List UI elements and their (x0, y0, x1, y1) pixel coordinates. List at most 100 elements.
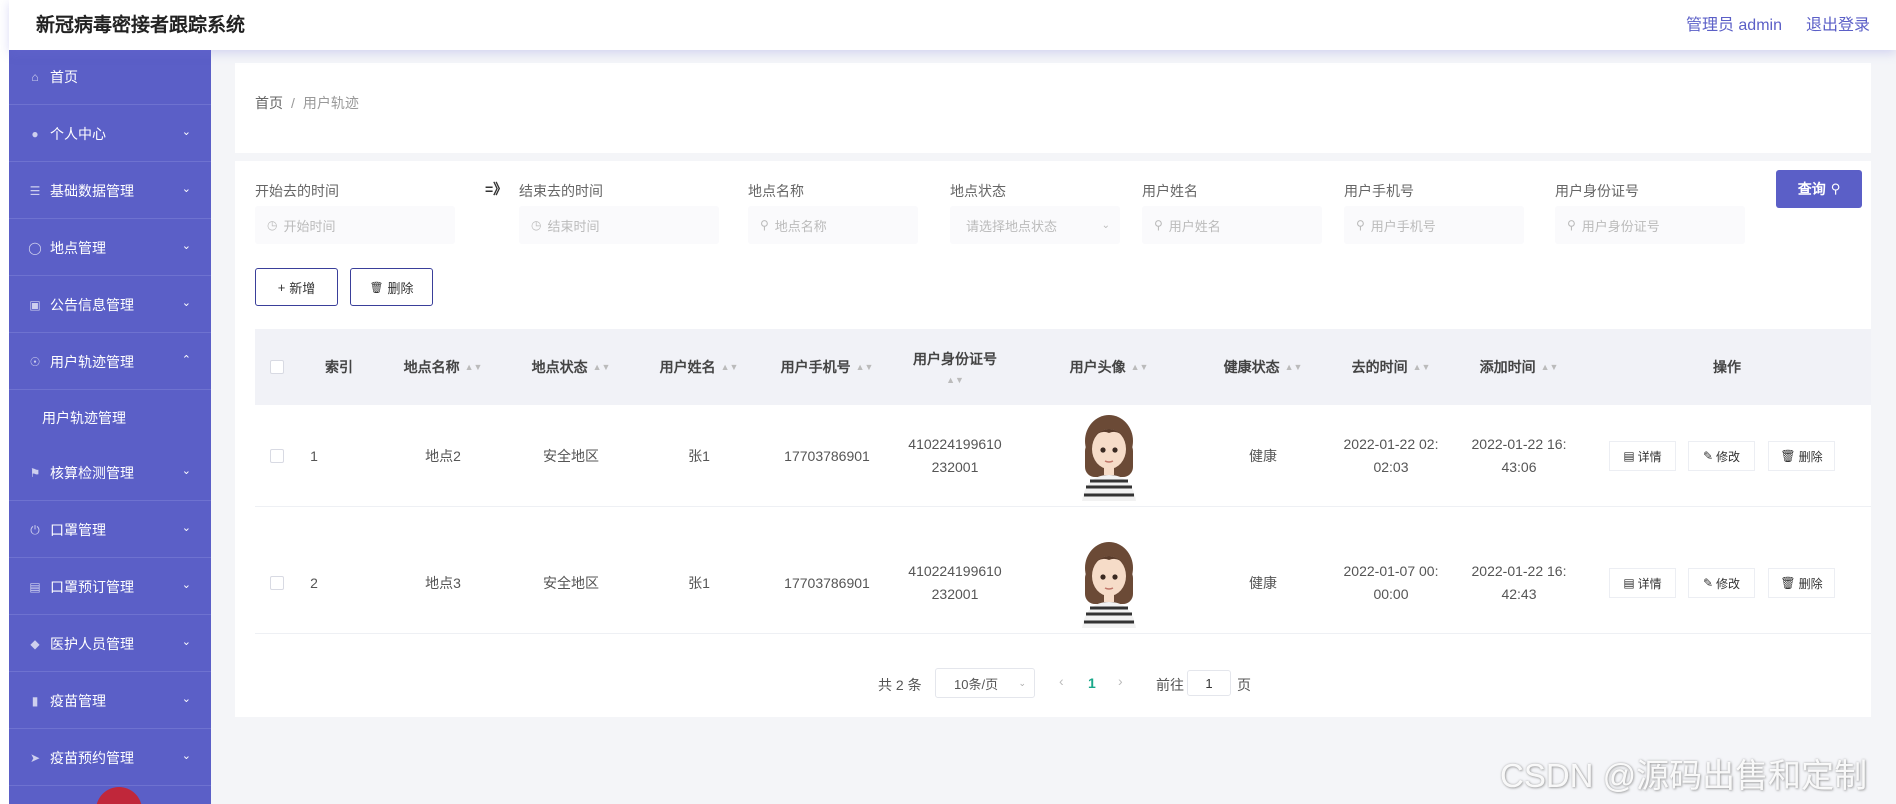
add-button[interactable]: + 新增 (255, 268, 338, 306)
place-name-placeholder: 地点名称 (774, 218, 827, 234)
cell-place: 地点2 (425, 447, 461, 464)
user-id-placeholder: 用户身份证号 (1581, 218, 1660, 234)
cell-id-number: 410224199610 232001 (891, 405, 1019, 507)
column-header[interactable]: 用户手机号 ▲▼ (763, 329, 891, 405)
chevron-up-icon: ⌃ (181, 354, 191, 366)
sidebar-item-label: 核算检测管理 (50, 465, 134, 481)
edit-button[interactable]: ✎ 修改 (1688, 441, 1755, 471)
prev-page-icon[interactable]: ‹ (1059, 673, 1064, 689)
page-size-select[interactable]: 10条/页 ⌄ (935, 668, 1035, 698)
sidebar-item-place[interactable]: ◯ 地点管理 ⌄ (9, 221, 211, 276)
sort-icon[interactable]: ▲▼ (1541, 362, 1559, 372)
sidebar-item-user-track[interactable]: ☉ 用户轨迹管理 ⌃ (9, 335, 211, 390)
select-all-checkbox[interactable] (270, 360, 284, 374)
next-page-icon[interactable]: › (1118, 673, 1123, 689)
cell-id-number: 410224199610 232001 (891, 532, 1019, 634)
cell-name: 张1 (688, 447, 710, 464)
delete-button-label: 删除 (387, 280, 414, 296)
sidebar-item-home[interactable]: ⌂ 首页 (9, 50, 211, 105)
sidebar-item-medical-staff[interactable]: ◆ 医护人员管理 ⌄ (9, 617, 211, 672)
row-delete-button[interactable]: 🗑 删除 (1768, 568, 1835, 598)
search-icon: ⚲ (1830, 181, 1841, 196)
cell-time-line: 02:03 (1373, 459, 1409, 475)
cell-id-line: 410224199610 (908, 436, 1002, 452)
user-name-input[interactable]: ⚲ 用户姓名 (1142, 206, 1322, 244)
column-header-label: 操作 (1713, 359, 1741, 375)
cell-time-line: 2022-01-07 00: (1343, 563, 1439, 579)
sort-icon[interactable]: ▲▼ (1413, 362, 1431, 372)
cell-time-line: 43:06 (1501, 459, 1537, 475)
sidebar-item-mask-order[interactable]: ▤ 口罩预订管理 ⌄ (9, 560, 211, 615)
sidebar-item-testing[interactable]: ⚑ 核算检测管理 ⌄ (9, 446, 211, 501)
sidebar-item-notice[interactable]: ▣ 公告信息管理 ⌄ (9, 278, 211, 333)
place-name-input[interactable]: ⚲ 地点名称 (748, 206, 918, 244)
page-number-current[interactable]: 1 (1088, 675, 1096, 691)
place-name-label: 地点名称 (748, 183, 804, 199)
breadcrumb-home[interactable]: 首页 (255, 95, 283, 111)
admin-user-label[interactable]: 管理员 admin (1686, 11, 1782, 35)
start-time-input[interactable]: ◷ 开始时间 (255, 206, 455, 244)
column-header-label: 用户手机号 (780, 359, 851, 375)
place-status-select[interactable]: 请选择地点状态 ⌄ (950, 206, 1120, 244)
row-checkbox[interactable] (270, 449, 284, 463)
user-id-label: 用户身份证号 (1555, 183, 1639, 199)
sidebar-item-mask[interactable]: ⏻ 口罩管理 ⌄ (9, 503, 211, 558)
row-select[interactable] (255, 405, 299, 507)
sort-icon[interactable]: ▲▼ (1131, 362, 1149, 372)
query-button[interactable]: 查询 ⚲ (1776, 170, 1862, 208)
sidebar-item-vaccine[interactable]: ▮ 疫苗管理 ⌄ (9, 674, 211, 729)
column-header[interactable]: 健康状态 ▲▼ (1199, 329, 1327, 405)
column-header[interactable]: 地点状态 ▲▼ (507, 329, 635, 405)
user-phone-placeholder: 用户手机号 (1370, 218, 1436, 234)
column-header[interactable]: 用户头像 ▲▼ (1019, 329, 1199, 405)
sidebar: ⌂ 首页 ● 个人中心 ⌄ ☰ 基础数据管理 ⌄ ◯ 地点管理 ⌄ ▣ 公告信息… (9, 50, 211, 804)
column-header[interactable]: 用户姓名 ▲▼ (635, 329, 763, 405)
sidebar-item-label: 地点管理 (50, 240, 106, 256)
goto-page-input[interactable]: 1 (1187, 670, 1231, 696)
cell-go-time: 2022-01-22 02: 02:03 (1327, 405, 1455, 507)
user-id-input[interactable]: ⚲ 用户身份证号 (1555, 206, 1745, 244)
edit-button[interactable]: ✎ 修改 (1688, 568, 1755, 598)
column-header-label: 用户姓名 (659, 359, 716, 375)
sidebar-item-base-data[interactable]: ☰ 基础数据管理 ⌄ (9, 164, 211, 219)
sidebar-subitem-user-track[interactable]: 用户轨迹管理 (9, 392, 211, 444)
sort-icon[interactable]: ▲▼ (465, 362, 483, 372)
cell-go-time: 2022-01-07 00: 00:00 (1327, 532, 1455, 634)
detail-button[interactable]: ▤ 详情 (1609, 441, 1676, 471)
sort-icon[interactable]: ▲▼ (593, 362, 611, 372)
row-delete-button[interactable]: 🗑 删除 (1768, 441, 1835, 471)
sort-icon[interactable]: ▲▼ (856, 362, 874, 372)
detail-button[interactable]: ▤ 详情 (1609, 568, 1676, 598)
clock-icon: ◷ (531, 218, 542, 232)
end-time-input[interactable]: ◷ 结束时间 (519, 206, 719, 244)
column-header[interactable]: 用户身份证号 ▲▼ (891, 329, 1019, 405)
column-header[interactable]: 地点名称 ▲▼ (379, 329, 507, 405)
sidebar-item-vaccine-booking[interactable]: ➤ 疫苗预约管理 ⌄ (9, 731, 211, 786)
cell-id-line: 410224199610 (908, 563, 1002, 579)
sort-icon[interactable]: ▲▼ (721, 362, 739, 372)
breadcrumb-separator: / (291, 95, 295, 111)
delete-button[interactable]: 🗑 删除 (350, 268, 433, 306)
logout-link[interactable]: 退出登录 (1806, 11, 1870, 35)
table-row: 2 地点3 安全地区 张1 17703786901 410224199610 23… (255, 532, 1871, 634)
cell-time-line: 2022-01-22 02: (1343, 436, 1439, 452)
clock-icon: ◷ (267, 218, 278, 232)
floating-avatar-badge[interactable] (96, 787, 142, 804)
header-select-all[interactable] (255, 329, 299, 405)
row-checkbox[interactable] (270, 576, 284, 590)
row-select[interactable] (255, 532, 299, 634)
chevron-down-icon: ⌄ (181, 579, 191, 591)
send-icon: ➤ (29, 751, 41, 765)
sort-icon[interactable]: ▲▼ (946, 375, 964, 385)
pencil-icon: ✎ (1702, 449, 1714, 463)
column-header[interactable]: 添加时间 ▲▼ (1455, 329, 1583, 405)
user-phone-input[interactable]: ⚲ 用户手机号 (1344, 206, 1524, 244)
sort-icon[interactable]: ▲▼ (1285, 362, 1303, 372)
sidebar-item-label: 公告信息管理 (50, 297, 134, 313)
top-header: 新冠病毒密接者跟踪系统 管理员 admin 退出登录 (9, 0, 1896, 50)
user-icon: ● (31, 127, 39, 141)
cell-health: 健康 (1249, 447, 1277, 464)
column-header[interactable]: 去的时间 ▲▼ (1327, 329, 1455, 405)
sidebar-item-personal-center[interactable]: ● 个人中心 ⌄ (9, 107, 211, 162)
query-button-label: 查询 (1797, 181, 1826, 197)
